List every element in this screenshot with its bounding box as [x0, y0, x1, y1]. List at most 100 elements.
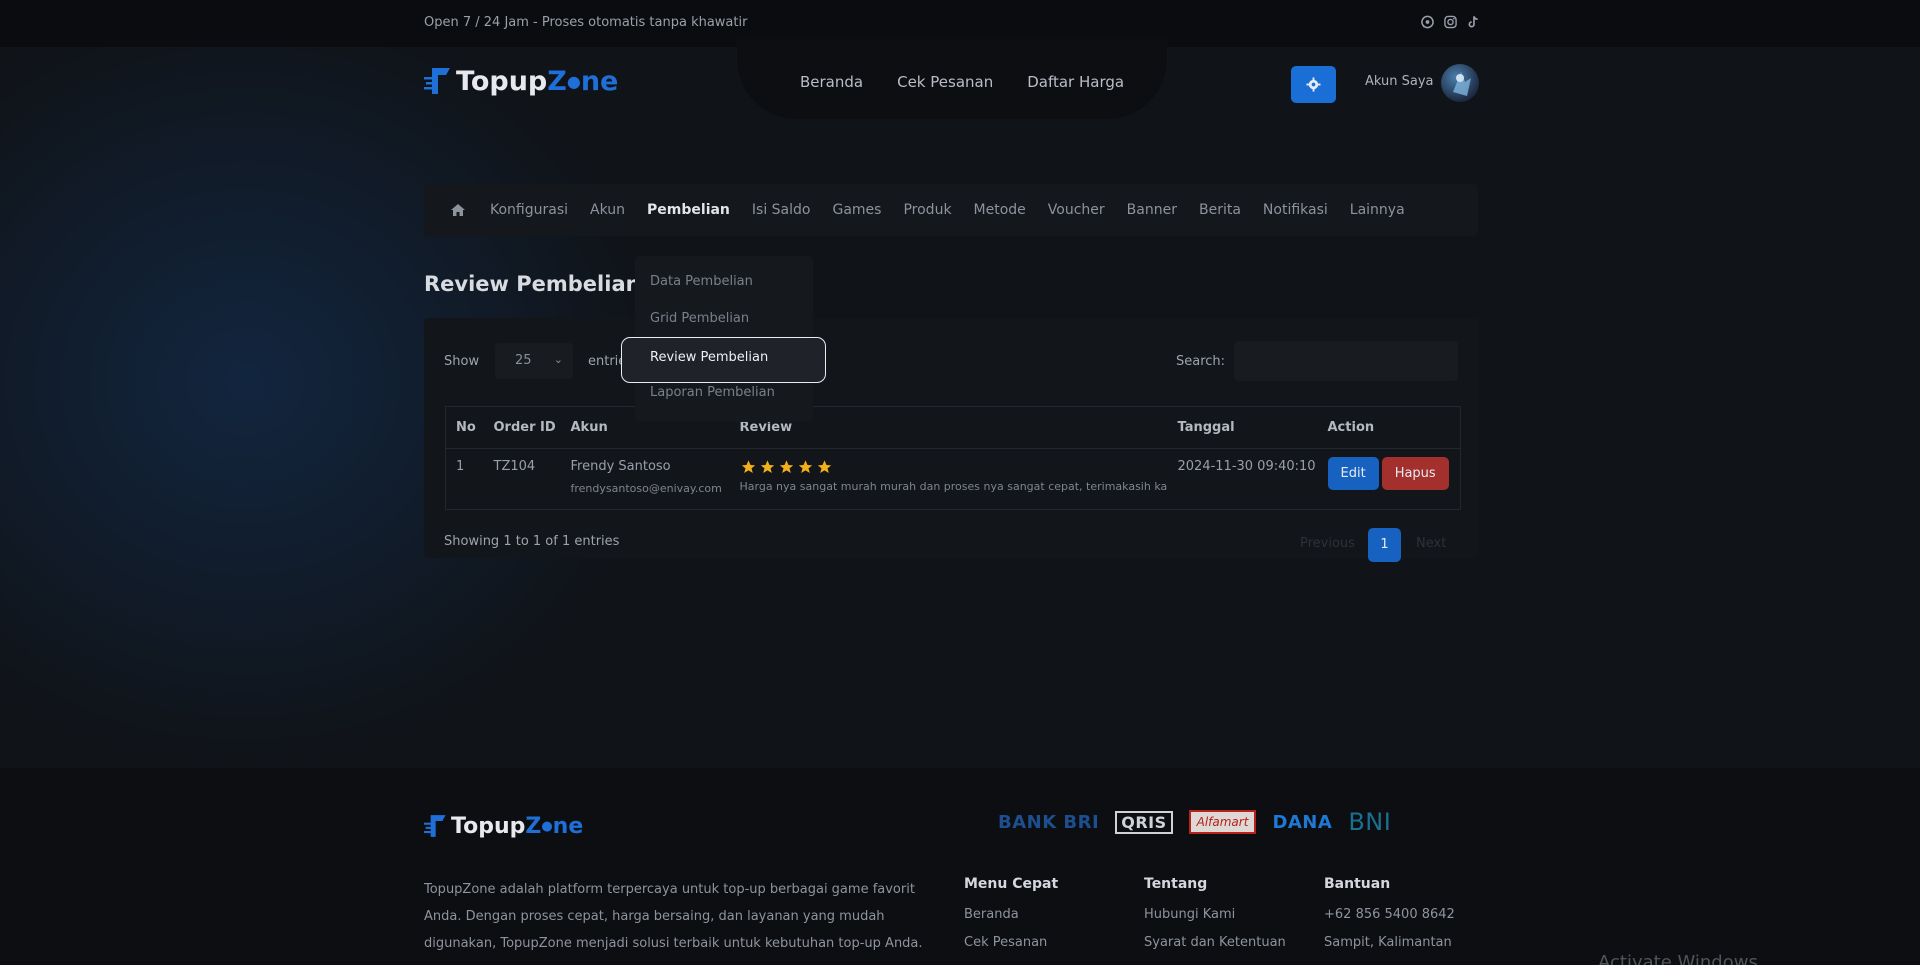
footer-description: TopupZone adalah platform terpercaya unt…: [424, 882, 923, 951]
delete-button[interactable]: Hapus: [1381, 457, 1449, 490]
avatar-image: [1453, 72, 1471, 96]
nav-home[interactable]: Beranda: [800, 73, 863, 91]
menu-berita[interactable]: Berita: [1199, 202, 1241, 218]
bni-logo: BNI: [1348, 808, 1392, 836]
menu-pembelian[interactable]: Pembelian: [647, 202, 730, 218]
entries-select[interactable]: 25 ⌄: [495, 343, 573, 379]
star-icon: [760, 460, 774, 473]
star-icon: [798, 460, 812, 473]
footer-menu-title: Menu Cepat: [964, 876, 1059, 892]
row-no: 1: [456, 459, 465, 474]
main-nav: Beranda Cek Pesanan Daftar Harga: [800, 73, 1124, 91]
row-tanggal: 2024-11-30 09:40:10: [1177, 459, 1316, 474]
footer-brand-text-1: Topup: [451, 813, 526, 839]
footer-phone: +62 856 5400 8642: [1324, 907, 1455, 922]
menu-banner[interactable]: Banner: [1127, 202, 1177, 218]
row-akun: Frendy Santoso frendysantoso@enivay.com: [561, 449, 730, 510]
col-order-id[interactable]: Order ID: [483, 406, 561, 449]
star-icon: [779, 460, 793, 473]
footer-link-hubungi[interactable]: Hubungi Kami: [1144, 907, 1286, 922]
logo-mark-icon: [424, 815, 446, 837]
previous-button[interactable]: Previous: [1300, 536, 1355, 551]
footer-brand-text-2: Z: [525, 813, 542, 839]
whatsapp-icon[interactable]: [1421, 15, 1434, 29]
dropdown-laporan-pembelian[interactable]: Laporan Pembelian: [650, 385, 775, 400]
menu-produk[interactable]: Produk: [903, 202, 951, 218]
edit-button[interactable]: Edit: [1327, 457, 1379, 490]
avatar[interactable]: [1441, 64, 1479, 102]
row-user-name: Frendy Santoso: [570, 459, 671, 474]
next-button[interactable]: Next: [1416, 536, 1446, 551]
footer-bantuan: Bantuan +62 856 5400 8642 Sampit, Kalima…: [1324, 876, 1455, 963]
footer: [0, 768, 1920, 965]
header: Topup Z ● ne Beranda Cek Pesanan Daftar Har…: [0, 37, 1920, 122]
chevron-down-icon: ⌄: [553, 353, 563, 366]
menu-voucher[interactable]: Voucher: [1048, 202, 1105, 218]
settings-button[interactable]: [1291, 66, 1336, 103]
social-links: [1421, 15, 1480, 29]
footer-tentang: Tentang Hubungi Kami Syarat dan Ketentua…: [1144, 876, 1286, 963]
bank-bri-logo: BANK BRI: [998, 811, 1100, 833]
star-icon: [741, 460, 755, 473]
admin-menu: Konfigurasi Akun Pembelian Isi Saldo Gam…: [424, 184, 1478, 236]
footer-brand-text-3: ne: [552, 813, 584, 839]
menu-isi-saldo[interactable]: Isi Saldo: [752, 202, 811, 218]
dana-logo: DANA: [1272, 811, 1333, 833]
row-user-email: frendysantoso@enivay.com: [570, 482, 722, 495]
gear-icon: [1306, 77, 1321, 92]
row-review-text: Harga nya sangat murah murah dan proses …: [739, 480, 1168, 493]
windows-watermark: Activate Windows: [1598, 952, 1758, 965]
footer-logo[interactable]: Topup Z ● ne: [424, 812, 583, 840]
brand-text-3: ne: [580, 65, 619, 97]
dropdown-data-pembelian[interactable]: Data Pembelian: [650, 274, 753, 289]
menu-games[interactable]: Games: [832, 202, 881, 218]
payment-methods: BANK BRI QRIS Alfamart DANA BNI: [998, 808, 1391, 836]
menu-metode[interactable]: Metode: [974, 202, 1026, 218]
page-1-button[interactable]: 1: [1368, 528, 1401, 562]
dropdown-review-pembelian[interactable]: Review Pembelian: [621, 337, 826, 383]
footer-menu-cepat: Menu Cepat Beranda Cek Pesanan: [964, 876, 1058, 963]
col-no[interactable]: No: [445, 406, 484, 449]
table-header-row: No Order ID Akun Review Tanggal Action: [445, 406, 1461, 449]
nav-check-order[interactable]: Cek Pesanan: [897, 73, 993, 91]
page-title: Review Pembelian: [424, 272, 641, 296]
rating-stars: [740, 459, 1168, 475]
row-review: Harga nya sangat murah murah dan proses …: [730, 449, 1168, 510]
home-icon[interactable]: [450, 203, 466, 217]
tagline: Open 7 / 24 Jam - Proses otomatis tanpa …: [424, 15, 748, 30]
brand-text-2: Z: [547, 65, 567, 97]
show-label: Show: [444, 354, 480, 369]
menu-akun[interactable]: Akun: [590, 202, 625, 218]
entries-select-value: 25: [515, 353, 532, 368]
col-tanggal[interactable]: Tanggal: [1167, 406, 1318, 449]
brand-logo[interactable]: Topup Z ● ne: [424, 65, 618, 97]
star-icon: [817, 460, 831, 473]
table-row: 1 TZ104 Frendy Santoso frendysantoso@eni…: [446, 449, 1461, 510]
footer-link-cek-pesanan[interactable]: Cek Pesanan: [964, 935, 1058, 950]
qris-logo: QRIS: [1115, 810, 1173, 834]
footer-help-title: Bantuan: [1324, 876, 1391, 892]
row-actions: Edit Hapus: [1318, 449, 1461, 510]
footer-location: Sampit, Kalimantan: [1324, 935, 1452, 950]
alfamart-logo: Alfamart: [1188, 810, 1257, 834]
review-table: No Order ID Akun Review Tanggal Action 1…: [445, 406, 1461, 510]
footer-about-title: Tentang: [1144, 876, 1208, 892]
account-menu[interactable]: Akun Saya: [1365, 74, 1434, 89]
menu-konfigurasi[interactable]: Konfigurasi: [490, 202, 568, 218]
dropdown-review-label: Review Pembelian: [650, 350, 769, 365]
dropdown-grid-pembelian[interactable]: Grid Pembelian: [650, 311, 749, 326]
logo-mark-icon: [424, 68, 450, 94]
tiktok-icon[interactable]: [1467, 15, 1480, 29]
col-action[interactable]: Action: [1317, 406, 1461, 449]
search-input[interactable]: [1234, 341, 1458, 381]
search-label: Search:: [1176, 354, 1226, 369]
row-order-id: TZ104: [493, 459, 536, 474]
menu-notifikasi[interactable]: Notifikasi: [1263, 202, 1328, 218]
footer-link-beranda[interactable]: Beranda: [964, 907, 1058, 922]
table-info: Showing 1 to 1 of 1 entries: [444, 534, 620, 549]
footer-link-syarat[interactable]: Syarat dan Ketentuan: [1144, 935, 1286, 950]
menu-lainnya[interactable]: Lainnya: [1350, 202, 1405, 218]
brand-text-1: Topup: [456, 65, 548, 97]
instagram-icon[interactable]: [1444, 15, 1457, 29]
nav-price-list[interactable]: Daftar Harga: [1027, 73, 1124, 91]
